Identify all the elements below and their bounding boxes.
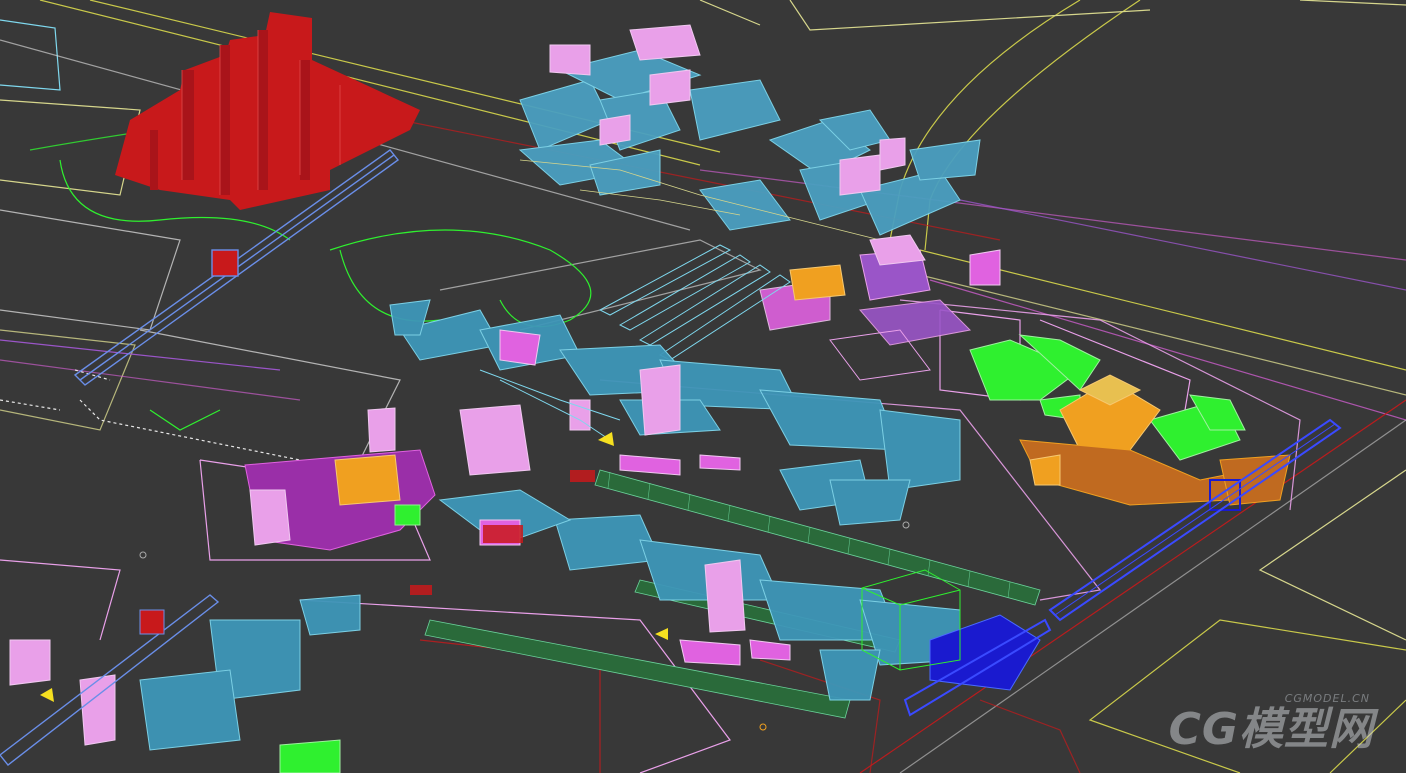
- watermark: CGMODEL.CN CG模型网: [1152, 692, 1392, 763]
- 3d-viewport-wireframe-scene[interactable]: [0, 0, 1406, 773]
- watermark-brand: CG模型网: [1168, 704, 1374, 755]
